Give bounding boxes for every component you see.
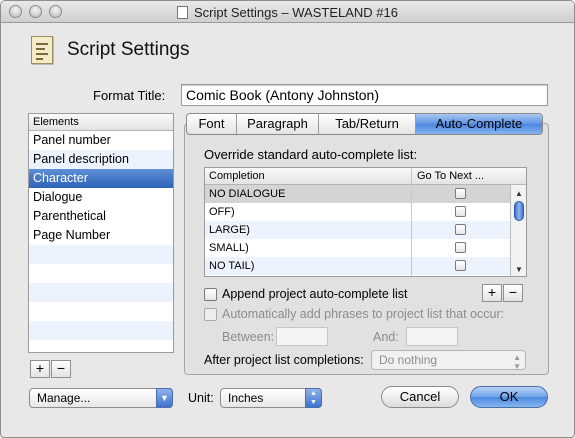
tab-font[interactable]: Font: [187, 114, 237, 134]
dialog-header: Script Settings: [1, 23, 574, 73]
add-element-button[interactable]: +: [30, 360, 50, 378]
element-item[interactable]: Dialogue: [29, 188, 173, 207]
column-go-to-next[interactable]: Go To Next ...: [417, 170, 484, 182]
table-row[interactable]: SMALL): [205, 239, 510, 257]
empty-row: [29, 302, 173, 321]
table-row[interactable]: LARGE): [205, 221, 510, 239]
completion-cell: NO DIALOGUE: [209, 188, 286, 200]
auto-add-checkbox[interactable]: [204, 308, 217, 321]
scroll-down-arrow-icon[interactable]: ▼: [511, 263, 526, 276]
table-header: Completion Go To Next ...: [205, 168, 526, 185]
empty-row: [29, 321, 173, 340]
chevron-down-icon: ▼: [156, 388, 173, 408]
table-row[interactable]: NO DIALOGUE: [205, 185, 510, 203]
popup-arrows-icon: ▲ ▼: [513, 353, 521, 371]
after-completions-popup[interactable]: Do nothing ▲ ▼: [371, 350, 526, 371]
go-to-next-checkbox[interactable]: [455, 242, 466, 253]
unit-value: Inches: [228, 391, 264, 405]
table-row[interactable]: OFF): [205, 203, 510, 221]
completion-table: Completion Go To Next ... NO DIALOGUE OF…: [204, 167, 527, 277]
tab-auto-complete[interactable]: Auto-Complete: [416, 114, 542, 134]
element-item[interactable]: Panel number: [29, 131, 173, 150]
unit-label: Unit:: [188, 391, 214, 405]
scroll-up-arrow-icon[interactable]: ▲: [511, 187, 526, 201]
scroll-thumb[interactable]: [514, 201, 524, 221]
between-field[interactable]: [276, 327, 328, 346]
document-icon: [177, 6, 188, 19]
empty-row: [29, 264, 173, 283]
column-completion[interactable]: Completion: [209, 170, 265, 182]
popup-arrows-icon: ▲ ▼: [305, 388, 322, 408]
element-item-selected[interactable]: Character: [29, 169, 173, 188]
empty-row: [29, 245, 173, 264]
tab-paragraph[interactable]: Paragraph: [237, 114, 319, 134]
override-label: Override standard auto-complete list:: [204, 147, 418, 162]
manage-label: Manage...: [37, 391, 91, 405]
after-completions-label: After project list completions:: [204, 353, 364, 367]
element-item[interactable]: Panel description: [29, 150, 173, 169]
empty-row: [29, 283, 173, 302]
tab-bar: Font Paragraph Tab/Return Auto-Complete: [186, 113, 543, 135]
append-project-checkbox[interactable]: [204, 288, 217, 301]
table-row[interactable]: NO TAIL): [205, 257, 510, 275]
completion-cell: SMALL): [209, 242, 249, 254]
format-title-label: Format Title:: [93, 88, 166, 103]
format-title-field[interactable]: Comic Book (Antony Johnston): [181, 84, 548, 106]
go-to-next-checkbox[interactable]: [455, 260, 466, 271]
window-title: Script Settings – WASTELAND #16: [1, 5, 574, 20]
append-project-label: Append project auto-complete list: [222, 287, 408, 301]
between-label: Between:: [222, 330, 275, 344]
cancel-button[interactable]: Cancel: [381, 386, 459, 408]
window-title-text: Script Settings – WASTELAND #16: [194, 5, 398, 20]
element-item[interactable]: Page Number: [29, 226, 173, 245]
remove-completion-button[interactable]: −: [503, 284, 523, 302]
unit-popup[interactable]: Inches ▲ ▼: [220, 388, 322, 408]
after-completions-value: Do nothing: [379, 353, 438, 367]
table-scrollbar[interactable]: ▲ ▼: [510, 185, 526, 276]
column-divider: [411, 168, 412, 276]
title-bar: Script Settings – WASTELAND #16: [1, 1, 574, 23]
completion-cell: OFF): [209, 206, 235, 218]
script-settings-icon: [31, 36, 53, 64]
script-settings-window: Script Settings – WASTELAND #16 Script S…: [0, 0, 575, 438]
and-field[interactable]: [406, 327, 458, 346]
elements-header: Elements: [29, 114, 173, 131]
dialog-title: Script Settings: [67, 39, 190, 60]
manage-popup[interactable]: Manage... ▼: [29, 388, 173, 408]
tab-tab-return[interactable]: Tab/Return: [319, 114, 416, 134]
elements-list: Elements Panel number Panel description …: [28, 113, 174, 353]
ok-button[interactable]: OK: [470, 386, 548, 408]
auto-add-label: Automatically add phrases to project lis…: [222, 307, 505, 321]
completion-cell: LARGE): [209, 224, 250, 236]
add-completion-button[interactable]: +: [482, 284, 502, 302]
go-to-next-checkbox[interactable]: [455, 224, 466, 235]
empty-row: [29, 340, 173, 352]
element-item[interactable]: Parenthetical: [29, 207, 173, 226]
go-to-next-checkbox[interactable]: [455, 188, 466, 199]
remove-element-button[interactable]: −: [51, 360, 71, 378]
and-label: And:: [373, 330, 399, 344]
go-to-next-checkbox[interactable]: [455, 206, 466, 217]
completion-cell: NO TAIL): [209, 260, 255, 272]
